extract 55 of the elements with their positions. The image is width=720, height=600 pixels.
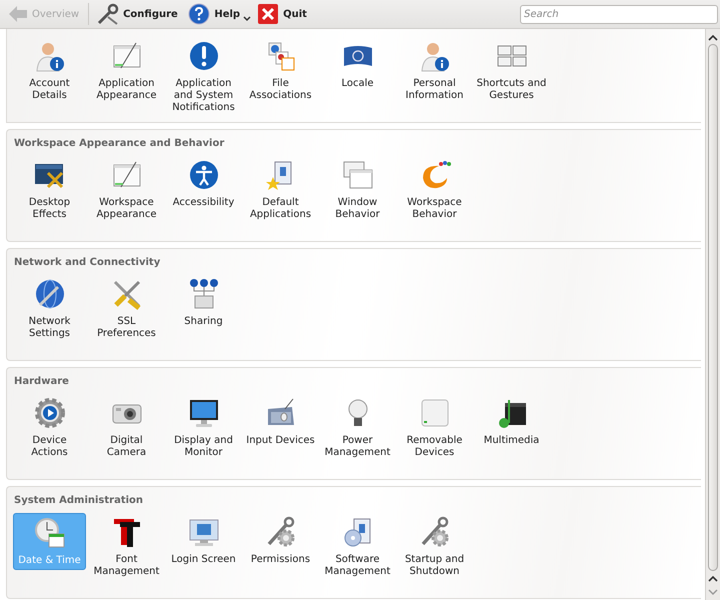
settings-module-item[interactable]: Multimedia bbox=[475, 394, 548, 449]
toolbar-button[interactable]: Help bbox=[184, 1, 244, 27]
dropdown-caret-icon[interactable] bbox=[242, 16, 251, 22]
back-arrow-icon bbox=[8, 5, 28, 23]
toolbar-button[interactable]: Quit bbox=[253, 1, 311, 27]
settings-module-item[interactable]: Accessibility bbox=[167, 156, 240, 211]
search-field[interactable]: Search bbox=[520, 4, 718, 24]
windows-icon bbox=[342, 159, 374, 191]
wrench-icon bbox=[97, 3, 120, 25]
settings-module-item[interactable]: SSL Preferences bbox=[90, 275, 163, 342]
globe-wrench-icon bbox=[34, 278, 66, 310]
settings-module-item[interactable]: Removable Devices bbox=[398, 394, 471, 461]
settings-module-item[interactable]: Permissions bbox=[244, 513, 317, 568]
person-info-icon bbox=[34, 40, 66, 72]
settings-module-item[interactable]: Power Management bbox=[321, 394, 394, 461]
scrollbar-thumb[interactable] bbox=[708, 44, 718, 571]
settings-module-item[interactable]: Login Screen bbox=[167, 513, 240, 568]
settings-module-item[interactable]: Locale bbox=[321, 37, 394, 92]
toolbar-button[interactable]: Configure bbox=[93, 1, 182, 27]
monitor-icon bbox=[188, 397, 220, 429]
drive-icon bbox=[418, 397, 450, 429]
gear-play-icon bbox=[34, 397, 66, 429]
settings-module-item[interactable]: Application and System Notifications bbox=[167, 37, 240, 116]
exclamation-icon bbox=[188, 40, 220, 72]
scrollbar[interactable] bbox=[705, 29, 720, 600]
settings-module-item[interactable]: Application Appearance bbox=[90, 37, 163, 104]
settings-module-item[interactable]: Input Devices bbox=[244, 394, 317, 449]
category-title: Hardware bbox=[14, 375, 70, 389]
settings-module-item[interactable]: Software Management bbox=[321, 513, 394, 580]
close-icon bbox=[257, 3, 280, 25]
accessibility-icon bbox=[188, 159, 220, 191]
network-nodes-icon bbox=[188, 278, 220, 310]
settings-module-item[interactable]: Personal Information bbox=[398, 37, 471, 104]
category-title: Workspace Appearance and Behavior bbox=[14, 137, 226, 151]
settings-module-item[interactable]: Account Details bbox=[13, 37, 86, 104]
settings-module-item[interactable]: Device Actions bbox=[13, 394, 86, 461]
box-disc-icon bbox=[342, 516, 374, 548]
settings-module-item[interactable]: Display and Monitor bbox=[167, 394, 240, 461]
settings-module-item[interactable]: Shortcuts and Gestures bbox=[475, 37, 548, 104]
settings-module-item[interactable]: Window Behavior bbox=[321, 156, 394, 223]
person-info-icon bbox=[418, 40, 450, 72]
settings-module-item[interactable]: Font Management bbox=[90, 513, 163, 580]
settings-module-item[interactable]: Workspace Behavior bbox=[398, 156, 471, 223]
settings-module-item[interactable]: Workspace Appearance bbox=[90, 156, 163, 223]
category-title: System Administration bbox=[14, 494, 144, 508]
settings-module-item[interactable]: Default Applications bbox=[244, 156, 317, 223]
settings-module-item[interactable]: Startup and Shutdown bbox=[398, 513, 471, 580]
settings-module-item[interactable]: Desktop Effects bbox=[13, 156, 86, 223]
help-icon bbox=[188, 3, 210, 25]
settings-module-item[interactable]: File Associations bbox=[244, 37, 317, 104]
clock-calendar-icon bbox=[34, 517, 66, 549]
settings-module-item[interactable]: Network Settings bbox=[13, 275, 86, 342]
category-title: Network and Connectivity bbox=[14, 256, 162, 270]
settings-module-item[interactable]: Sharing bbox=[167, 275, 240, 330]
settings-module-item[interactable]: Digital Camera bbox=[90, 394, 163, 461]
